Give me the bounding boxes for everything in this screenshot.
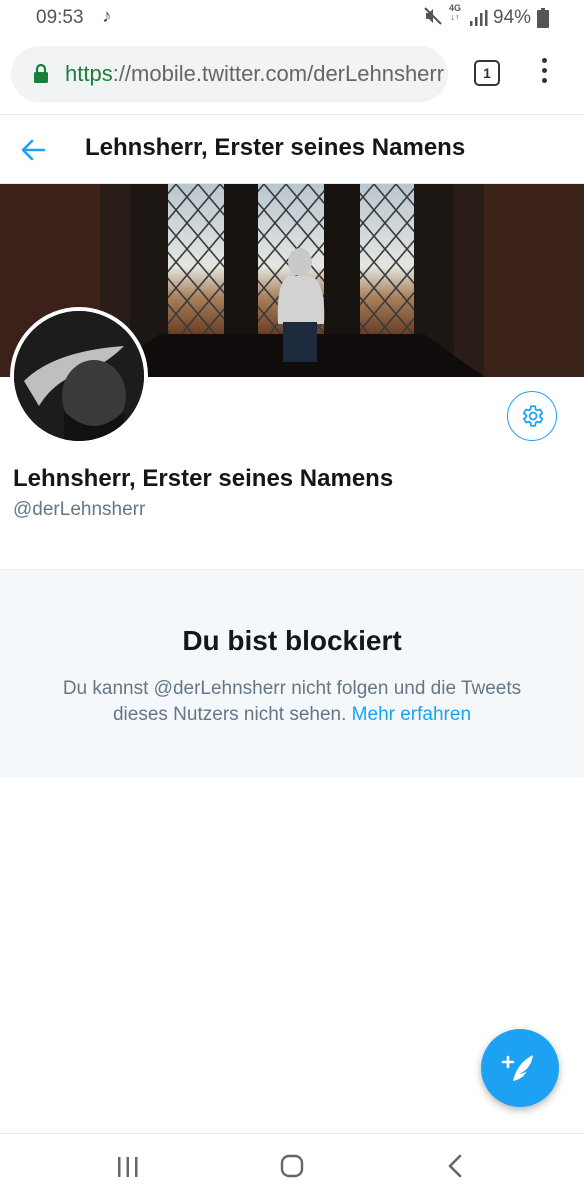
music-note-icon: ♪ xyxy=(102,6,112,27)
home-icon[interactable] xyxy=(280,1154,304,1178)
profile-handle: @derLehnsherr xyxy=(13,499,146,520)
status-time: 09:53 xyxy=(36,7,84,28)
system-navigation-bar xyxy=(0,1133,584,1201)
blocked-message: Du kannst @derLehnsherr nicht folgen und… xyxy=(62,678,522,725)
battery-percentage: 94% xyxy=(493,7,532,28)
status-bar: 09:53 ♪ 4G ↓↑ 94% xyxy=(0,0,584,36)
gear-icon xyxy=(522,405,544,427)
profile-display-name: Lehnsherr, Erster seines Namens xyxy=(13,465,394,492)
lock-icon xyxy=(34,63,48,83)
url-rest: ://mobile.twitter.com/derLehnsherr xyxy=(112,61,445,86)
blocked-title: Du bist blockiert xyxy=(182,625,402,656)
mute-icon xyxy=(424,7,442,25)
profile-header-bar: Lehnsherr, Erster seines Namens xyxy=(0,115,584,184)
back-arrow-icon[interactable] xyxy=(18,135,48,165)
address-bar[interactable]: https://mobile.twitter.com/derLehnsherr xyxy=(11,46,448,102)
compose-tweet-icon xyxy=(501,1055,533,1081)
blocked-notice: Du bist blockiert Du kannst @derLehnsher… xyxy=(0,569,584,778)
compose-tweet-button[interactable] xyxy=(481,1029,559,1107)
browser-toolbar: https://mobile.twitter.com/derLehnsherr … xyxy=(0,36,584,115)
page-title: Lehnsherr, Erster seines Namens xyxy=(85,134,466,161)
url-text: https://mobile.twitter.com/derLehnsherr xyxy=(65,61,444,87)
profile-settings-button[interactable] xyxy=(507,391,557,441)
recent-apps-icon[interactable] xyxy=(117,1156,139,1178)
battery-icon xyxy=(537,8,549,28)
learn-more-link[interactable]: Mehr erfahren xyxy=(352,704,471,725)
url-scheme: https xyxy=(65,61,113,86)
avatar[interactable] xyxy=(10,307,148,445)
overflow-menu-icon[interactable] xyxy=(534,58,554,88)
signal-icon xyxy=(470,10,488,26)
network-indicator: 4G ↓↑ xyxy=(449,3,462,22)
tabs-icon[interactable]: 1 xyxy=(474,60,500,86)
nav-back-icon[interactable] xyxy=(446,1154,464,1178)
